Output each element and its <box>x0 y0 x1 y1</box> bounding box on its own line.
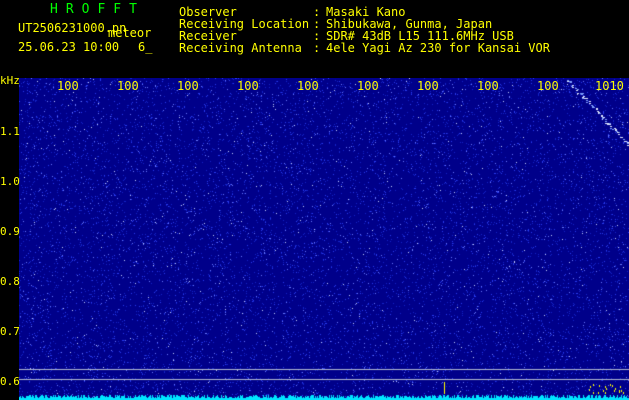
y-tick-label: 0.6 <box>0 375 20 388</box>
app-title: HROFFT <box>50 2 145 17</box>
y-tick-label: 1.0 <box>0 175 20 188</box>
header-panel: HROFFT UT2506231000.pn meteor 25.06.23 1… <box>0 0 629 78</box>
y-tick-label: 0.8 <box>0 275 20 288</box>
y-unit-label: kHz <box>0 74 20 87</box>
x-tick-label: 100 <box>117 79 139 93</box>
x-tick-label: 1010 <box>595 79 624 93</box>
x-tick-label: 100 <box>177 79 199 93</box>
antenna-label: Receiving Antenna <box>179 41 302 55</box>
detection-tag: meteor <box>108 26 152 40</box>
x-tick-label: 100 <box>57 79 79 93</box>
x-tick-label: 100 <box>357 79 379 93</box>
x-tick-label: 100 <box>297 79 319 93</box>
info-colon: : <box>313 41 321 55</box>
spectrogram-plot <box>19 78 629 400</box>
x-tick-label: 100 <box>537 79 559 93</box>
y-tick-label: 0.7 <box>0 325 20 338</box>
y-tick-label: 1.1 <box>0 125 20 138</box>
y-tick-label: 0.9 <box>0 225 20 238</box>
datetime: 25.06.23 10:00 <box>18 40 120 54</box>
x-tick-label: 100 <box>237 79 259 93</box>
count-value: 6_ <box>138 40 153 54</box>
x-tick-label: 100 <box>417 79 439 93</box>
x-tick-label: 100 <box>477 79 499 93</box>
antenna-value: 4ele Yagi Az 230 for Kansai VOR <box>326 41 550 55</box>
spectrogram-noise <box>19 78 629 400</box>
